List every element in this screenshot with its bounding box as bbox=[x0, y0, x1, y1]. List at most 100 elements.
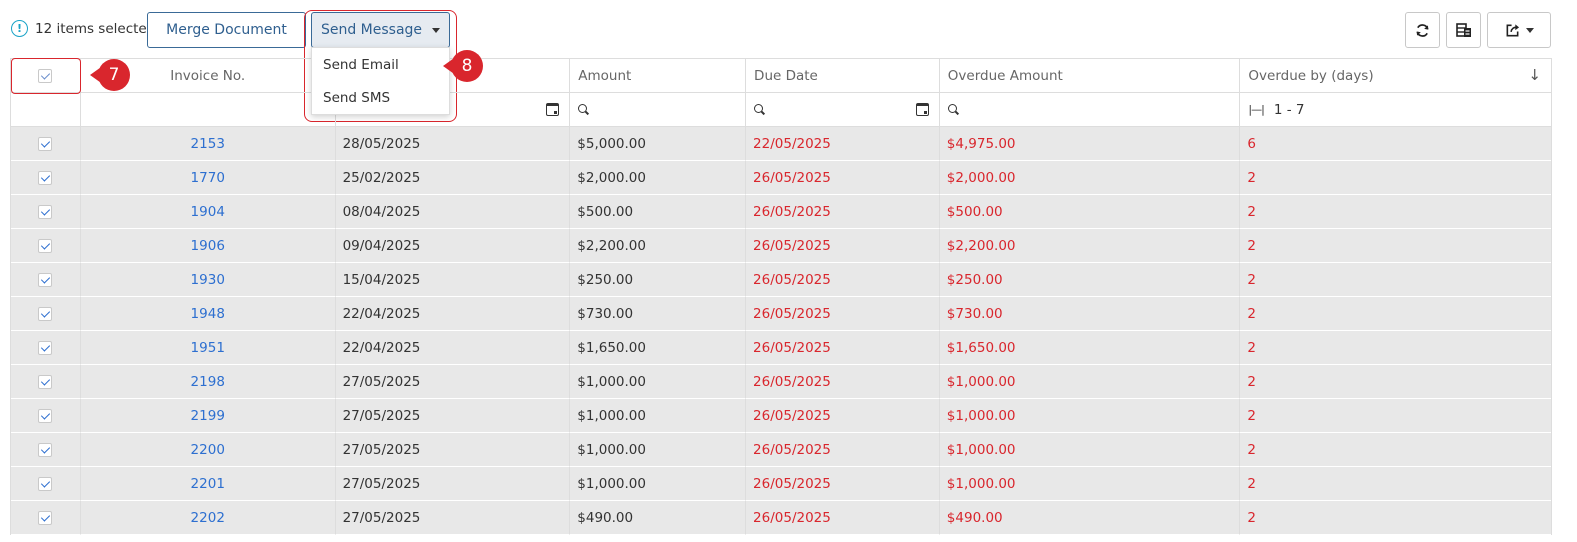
menu-item-send-email[interactable]: Send Email bbox=[312, 48, 449, 81]
cell-overdue-amount: $500.00 bbox=[939, 195, 1241, 229]
column-header-due-date[interactable]: Due Date bbox=[746, 59, 940, 93]
row-select-cell[interactable] bbox=[11, 297, 81, 331]
selection-count-text: 12 items selected bbox=[35, 20, 156, 37]
cell-due-date: 26/05/2025 bbox=[746, 467, 940, 501]
calendar-icon[interactable] bbox=[546, 103, 560, 116]
row-select-cell[interactable] bbox=[11, 467, 81, 501]
filter-due-date[interactable] bbox=[746, 93, 940, 127]
table-row[interactable]: 2202 27/05/2025 $490.00 26/05/2025 $490.00 2 bbox=[11, 501, 1551, 535]
table-row[interactable]: 1930 15/04/2025 $250.00 26/05/2025 $250.00 2 bbox=[11, 263, 1551, 297]
select-all-checkbox[interactable] bbox=[38, 68, 53, 83]
cell-invoice-link[interactable]: 2201 bbox=[80, 467, 336, 501]
cell-invoice-link[interactable]: 1930 bbox=[80, 263, 336, 297]
column-header-overdue-amount[interactable]: Overdue Amount bbox=[939, 59, 1241, 93]
callout-number: 7 bbox=[98, 59, 130, 91]
filter-amount[interactable] bbox=[570, 93, 747, 127]
cell-amount: $250.00 bbox=[570, 263, 747, 297]
cell-overdue-amount: $2,200.00 bbox=[939, 229, 1241, 263]
menu-item-send-sms[interactable]: Send SMS bbox=[312, 81, 449, 114]
cell-amount: $2,000.00 bbox=[570, 161, 747, 195]
filter-overdue-amount[interactable] bbox=[939, 93, 1241, 127]
cell-invoice-link[interactable]: 2200 bbox=[80, 433, 336, 467]
merge-document-button[interactable]: Merge Document bbox=[147, 12, 306, 48]
callout-8: 8 bbox=[443, 50, 483, 82]
cell-overdue-days: 2 bbox=[1240, 467, 1551, 501]
header-select-all-cell[interactable] bbox=[11, 59, 81, 93]
table-row[interactable]: 1906 09/04/2025 $2,200.00 26/05/2025 $2,200.… bbox=[11, 229, 1551, 263]
row-checkbox[interactable] bbox=[38, 408, 53, 423]
row-checkbox[interactable] bbox=[38, 510, 53, 525]
column-chooser-icon bbox=[1455, 22, 1471, 37]
cell-invoice-link[interactable]: 2202 bbox=[80, 501, 336, 535]
table-row[interactable]: 1951 22/04/2025 $1,650.00 26/05/2025 $1,650.… bbox=[11, 331, 1551, 365]
invoice-grid: Invoice No. Amount Due Date Overdue Amou… bbox=[10, 58, 1552, 535]
row-checkbox[interactable] bbox=[38, 238, 53, 253]
cell-overdue-amount: $250.00 bbox=[939, 263, 1241, 297]
range-icon: |—| bbox=[1248, 103, 1264, 116]
table-row[interactable]: 1770 25/02/2025 $2,000.00 26/05/2025 $2,000.… bbox=[11, 161, 1551, 195]
row-checkbox[interactable] bbox=[38, 272, 53, 287]
cell-amount: $1,000.00 bbox=[570, 433, 747, 467]
cell-amount: $1,000.00 bbox=[570, 399, 747, 433]
table-row[interactable]: 1948 22/04/2025 $730.00 26/05/2025 $730.00 2 bbox=[11, 297, 1551, 331]
column-chooser-button[interactable] bbox=[1446, 12, 1481, 48]
row-select-cell[interactable] bbox=[11, 501, 81, 535]
row-checkbox[interactable] bbox=[38, 306, 53, 321]
table-row[interactable]: 2201 27/05/2025 $1,000.00 26/05/2025 $1,000.… bbox=[11, 467, 1551, 501]
cell-date: 28/05/2025 bbox=[335, 127, 571, 161]
cell-date: 25/02/2025 bbox=[335, 161, 571, 195]
row-select-cell[interactable] bbox=[11, 127, 81, 161]
cell-amount: $1,650.00 bbox=[570, 331, 747, 365]
cell-due-date: 26/05/2025 bbox=[746, 399, 940, 433]
row-select-cell[interactable] bbox=[11, 331, 81, 365]
callout-number: 8 bbox=[451, 50, 483, 82]
cell-invoice-link[interactable]: 2153 bbox=[80, 127, 336, 161]
header-row: Invoice No. Amount Due Date Overdue Amou… bbox=[11, 59, 1551, 93]
refresh-button[interactable] bbox=[1405, 12, 1440, 48]
filter-overdue-days[interactable]: |—| 1 - 7 bbox=[1240, 93, 1551, 127]
grid-toolbar: ! 12 items selected Merge Document Send … bbox=[0, 0, 1577, 58]
row-select-cell[interactable] bbox=[11, 433, 81, 467]
cell-amount: $5,000.00 bbox=[570, 127, 747, 161]
table-row[interactable]: 2198 27/05/2025 $1,000.00 26/05/2025 $1,000.… bbox=[11, 365, 1551, 399]
column-header-amount[interactable]: Amount bbox=[570, 59, 747, 93]
row-checkbox[interactable] bbox=[38, 476, 53, 491]
row-select-cell[interactable] bbox=[11, 161, 81, 195]
sort-descending-icon[interactable]: ↓ bbox=[1528, 66, 1541, 84]
row-checkbox[interactable] bbox=[38, 136, 53, 151]
cell-overdue-amount: $1,650.00 bbox=[939, 331, 1241, 365]
row-checkbox[interactable] bbox=[38, 442, 53, 457]
row-select-cell[interactable] bbox=[11, 195, 81, 229]
cell-due-date: 26/05/2025 bbox=[746, 433, 940, 467]
row-checkbox[interactable] bbox=[38, 374, 53, 389]
row-select-cell[interactable] bbox=[11, 399, 81, 433]
row-select-cell[interactable] bbox=[11, 229, 81, 263]
cell-overdue-amount: $730.00 bbox=[939, 297, 1241, 331]
cell-invoice-link[interactable]: 1948 bbox=[80, 297, 336, 331]
callout-7: 7 bbox=[90, 59, 130, 91]
row-checkbox[interactable] bbox=[38, 204, 53, 219]
filter-invoice[interactable] bbox=[80, 93, 336, 127]
cell-invoice-link[interactable]: 1906 bbox=[80, 229, 336, 263]
cell-invoice-link[interactable]: 2199 bbox=[80, 399, 336, 433]
table-row[interactable]: 2153 28/05/2025 $5,000.00 22/05/2025 $4,975.… bbox=[11, 127, 1551, 161]
filter-range-value: 1 - 7 bbox=[1273, 101, 1305, 118]
cell-invoice-link[interactable]: 1770 bbox=[80, 161, 336, 195]
cell-invoice-link[interactable]: 1951 bbox=[80, 331, 336, 365]
row-select-cell[interactable] bbox=[11, 263, 81, 297]
cell-date: 27/05/2025 bbox=[335, 501, 571, 535]
column-header-overdue-days[interactable]: Overdue by (days) ↓ bbox=[1240, 59, 1551, 93]
table-row[interactable]: 2200 27/05/2025 $1,000.00 26/05/2025 $1,000.… bbox=[11, 433, 1551, 467]
export-button[interactable] bbox=[1487, 12, 1551, 48]
table-row[interactable]: 2199 27/05/2025 $1,000.00 26/05/2025 $1,000.… bbox=[11, 399, 1551, 433]
cell-invoice-link[interactable]: 1904 bbox=[80, 195, 336, 229]
row-checkbox[interactable] bbox=[38, 170, 53, 185]
cell-amount: $730.00 bbox=[570, 297, 747, 331]
row-checkbox[interactable] bbox=[38, 340, 53, 355]
row-select-cell[interactable] bbox=[11, 365, 81, 399]
send-message-button[interactable]: Send Message bbox=[311, 12, 450, 48]
cell-invoice-link[interactable]: 2198 bbox=[80, 365, 336, 399]
cell-due-date: 26/05/2025 bbox=[746, 229, 940, 263]
table-row[interactable]: 1904 08/04/2025 $500.00 26/05/2025 $500.00 2 bbox=[11, 195, 1551, 229]
calendar-icon[interactable] bbox=[915, 103, 929, 116]
